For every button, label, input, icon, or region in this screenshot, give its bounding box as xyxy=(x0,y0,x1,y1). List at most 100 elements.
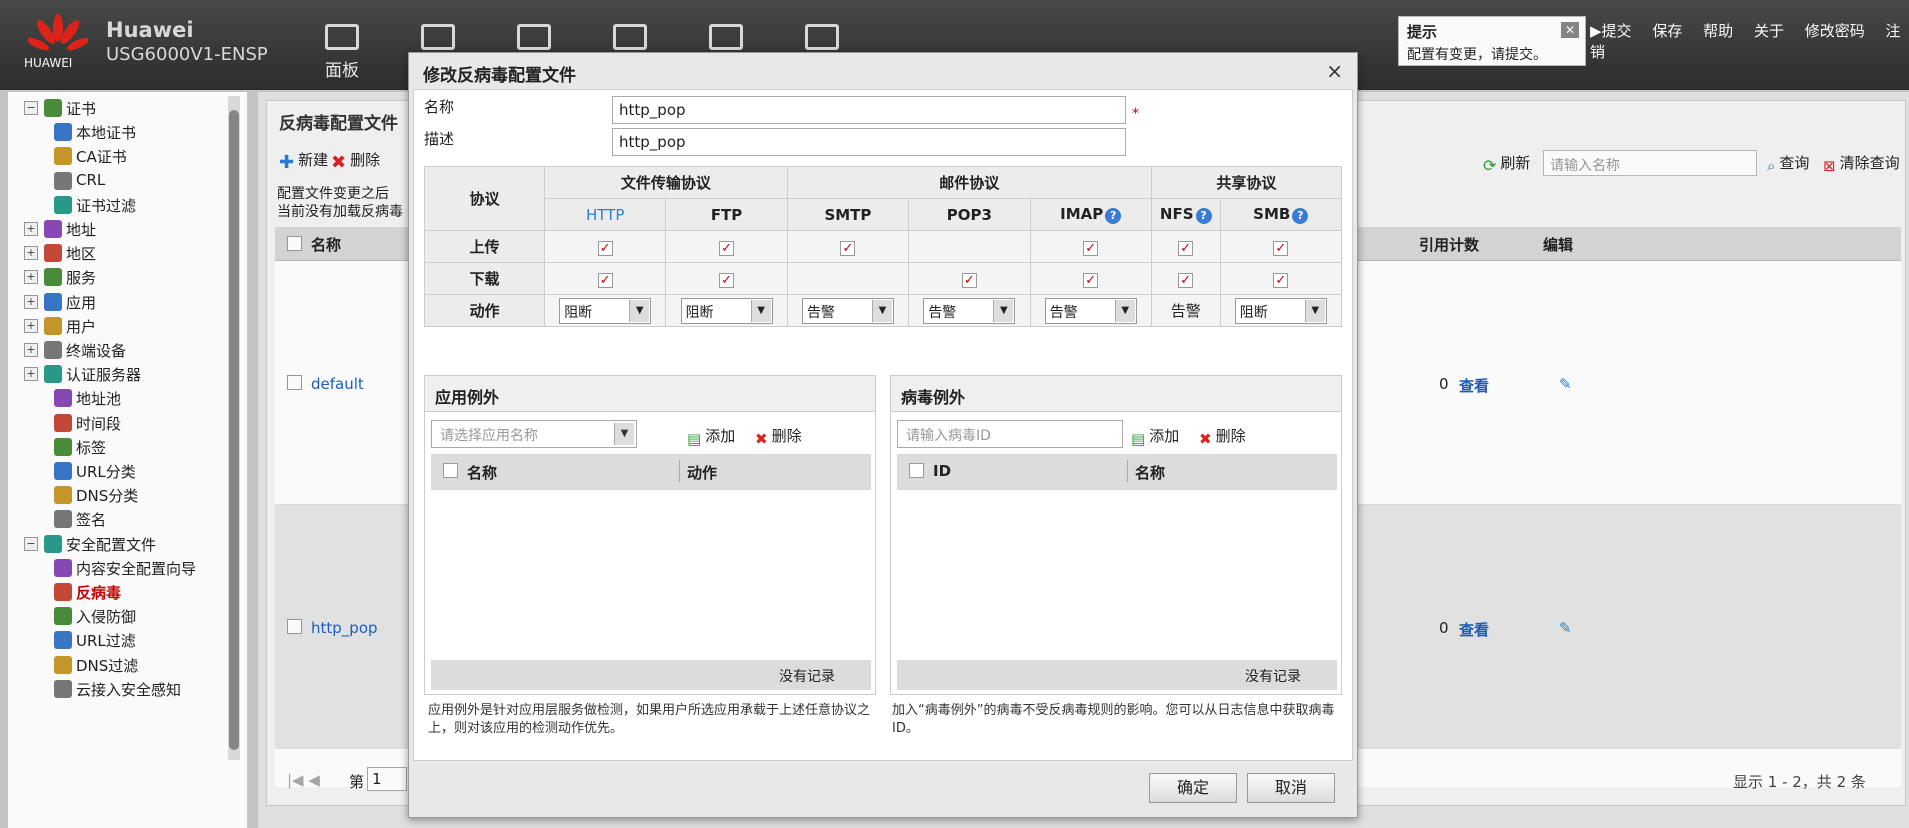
download-checkbox[interactable]: ✓ xyxy=(719,272,735,288)
group-mail: 邮件协议 xyxy=(786,166,1152,199)
upload-checkbox[interactable]: ✓ xyxy=(597,240,613,256)
dialog-body: 名称 http_pop * 描述 http_pop 协议 文件传输协议 邮件协议… xyxy=(413,89,1353,761)
action-value: 阻断 xyxy=(1239,304,1268,321)
chevron-down-icon[interactable]: ▼ xyxy=(993,299,1014,322)
action-select[interactable]: 告警 ▼ xyxy=(923,297,1016,324)
virus-exception-panel: 病毒例外 请输入病毒ID ▤ 添加 ✖ 删除 ID 名称 没有记录 xyxy=(890,375,1342,695)
edit-antivirus-dialog: 修改反病毒配置文件 × 名称 http_pop * 描述 http_pop 协议… xyxy=(408,52,1358,818)
upload-label: 上传 xyxy=(424,230,545,263)
check-cell: ✓ xyxy=(1029,230,1152,263)
protocol-col: POP3 xyxy=(908,198,1031,231)
check-cell: ✓ xyxy=(1029,262,1152,295)
name-label: 名称 xyxy=(424,98,455,116)
help-icon[interactable]: ? xyxy=(1105,208,1122,224)
check-cell xyxy=(908,230,1031,263)
help-icon[interactable]: ? xyxy=(1292,208,1309,224)
action-select[interactable]: 阻断 ▼ xyxy=(1234,297,1327,324)
download-checkbox[interactable]: ✓ xyxy=(1273,272,1289,288)
upload-checkbox[interactable]: ✓ xyxy=(1178,240,1194,256)
action-value: 告警 xyxy=(806,304,835,321)
virus-add-button[interactable]: ▤ 添加 xyxy=(1131,425,1180,448)
check-cell xyxy=(786,262,910,295)
virus-id-input[interactable]: 请输入病毒ID xyxy=(897,420,1123,448)
action-label: 动作 xyxy=(424,294,545,327)
app-delete-label: 删除 xyxy=(771,427,802,445)
download-checkbox[interactable]: ✓ xyxy=(597,272,613,288)
desc-label: 描述 xyxy=(424,130,455,148)
app-exception-panel: 应用例外 请选择应用名称 ▼ ▤ 添加 ✖ 删除 名称 动作 没有记录 xyxy=(424,375,876,695)
action-select[interactable]: 告警 ▼ xyxy=(801,297,894,324)
app-delete-button[interactable]: ✖ 删除 xyxy=(755,425,802,448)
group-share: 共享协议 xyxy=(1150,166,1343,199)
name-field[interactable]: http_pop xyxy=(612,96,1126,124)
virus-exception-empty: 没有记录 xyxy=(897,660,1337,690)
close-icon[interactable]: × xyxy=(1326,59,1343,83)
app-add-button[interactable]: ▤ 添加 xyxy=(687,425,735,448)
download-checkbox[interactable]: ✓ xyxy=(1083,272,1099,288)
app-exception-title: 应用例外 xyxy=(425,376,875,412)
check-cell: ✓ xyxy=(543,262,667,295)
download-checkbox[interactable]: ✓ xyxy=(961,272,977,288)
app-exception-note: 应用例外是针对应用层服务做检测，如果用户所选应用承载于上述任意协议之上，则对该应… xyxy=(428,703,871,736)
virus-exception-header: ID 名称 xyxy=(897,454,1337,490)
check-cell: ✓ xyxy=(1150,262,1221,295)
protocol-name: FTP xyxy=(710,205,743,224)
check-cell: ✓ xyxy=(786,230,910,263)
chevron-down-icon[interactable]: ▼ xyxy=(614,423,634,445)
check-cell: ✓ xyxy=(665,230,788,263)
download-label: 下载 xyxy=(424,262,545,295)
action-text: 告警 xyxy=(1170,302,1201,320)
cancel-button[interactable]: 取消 xyxy=(1247,773,1335,803)
chevron-down-icon[interactable]: ▼ xyxy=(1114,299,1135,322)
select-all-checkbox[interactable] xyxy=(443,463,458,478)
chevron-down-icon[interactable]: ▼ xyxy=(750,299,771,322)
protocol-name: HTTP xyxy=(585,205,625,224)
action-select[interactable]: 告警 ▼ xyxy=(1044,297,1137,324)
protocol-col: HTTP xyxy=(543,198,667,231)
col-action: 动作 xyxy=(687,464,718,482)
action-select[interactable]: 阻断 ▼ xyxy=(680,297,773,324)
app-select[interactable]: 请选择应用名称 ▼ xyxy=(431,420,637,448)
upload-checkbox[interactable]: ✓ xyxy=(840,240,856,256)
chevron-down-icon[interactable]: ▼ xyxy=(629,299,650,322)
action-cell: 阻断 ▼ xyxy=(543,294,667,327)
action-cell: 告警 ▼ xyxy=(786,294,910,327)
add-icon: ▤ xyxy=(1131,430,1146,448)
protocol-name: SMTP xyxy=(824,205,872,224)
app-select-placeholder: 请选择应用名称 xyxy=(440,428,538,444)
virus-exception-title: 病毒例外 xyxy=(891,376,1341,412)
app-exception-header: 名称 动作 xyxy=(431,454,871,490)
action-cell: 阻断 ▼ xyxy=(665,294,788,327)
delete-icon: ✖ xyxy=(755,430,768,448)
action-value: 阻断 xyxy=(564,304,593,321)
check-cell: ✓ xyxy=(665,262,788,295)
protocol-header: 协议 xyxy=(424,166,545,231)
col-name: 名称 xyxy=(467,464,498,482)
check-cell: ✓ xyxy=(1219,262,1343,295)
chevron-down-icon[interactable]: ▼ xyxy=(871,299,892,322)
check-cell: ✓ xyxy=(1150,230,1221,263)
chevron-down-icon[interactable]: ▼ xyxy=(1304,299,1325,322)
upload-checkbox[interactable]: ✓ xyxy=(719,240,735,256)
virus-add-label: 添加 xyxy=(1149,427,1180,445)
action-select[interactable]: 阻断 ▼ xyxy=(559,297,652,324)
download-checkbox[interactable]: ✓ xyxy=(1178,272,1194,288)
virus-delete-button[interactable]: ✖ 删除 xyxy=(1199,425,1246,448)
protocol-name: SMB xyxy=(1253,205,1291,223)
help-icon[interactable]: ? xyxy=(1195,208,1212,224)
protocol-col: NFS? xyxy=(1150,198,1221,231)
action-cell: 告警 ▼ xyxy=(908,294,1031,327)
upload-checkbox[interactable]: ✓ xyxy=(1083,240,1099,256)
check-cell: ✓ xyxy=(1219,230,1343,263)
protocol-col: FTP xyxy=(665,198,788,231)
ok-button[interactable]: 确定 xyxy=(1149,773,1237,803)
select-all-checkbox[interactable] xyxy=(909,463,924,478)
col-name: 名称 xyxy=(1135,464,1166,482)
dialog-title: 修改反病毒配置文件 xyxy=(423,66,576,86)
protocol-name: NFS xyxy=(1159,205,1194,223)
protocol-col: IMAP? xyxy=(1029,198,1152,231)
desc-field[interactable]: http_pop xyxy=(612,128,1126,156)
upload-checkbox[interactable]: ✓ xyxy=(1273,240,1289,256)
action-cell: 告警 xyxy=(1150,294,1221,327)
protocol-col: SMB? xyxy=(1219,198,1343,231)
